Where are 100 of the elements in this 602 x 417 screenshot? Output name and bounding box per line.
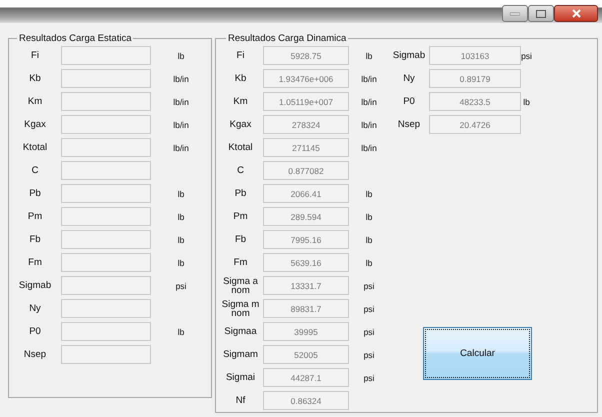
field-label: Kb	[234, 74, 248, 83]
unit-label: lb/in	[172, 74, 190, 84]
unit-label: lb	[522, 96, 531, 106]
minimize-button[interactable]	[502, 5, 528, 22]
unit-label: lb/in	[360, 120, 378, 130]
field-label: Pb	[234, 189, 248, 198]
field-label: Sigmam	[222, 350, 259, 359]
input-field[interactable]: 13331.7	[263, 276, 349, 295]
input-field[interactable]: 289.594	[263, 207, 349, 226]
input-field[interactable]	[61, 46, 151, 65]
field-label: Ny	[28, 304, 42, 313]
input-field[interactable]: 0.86324	[263, 391, 349, 410]
input-field[interactable]	[61, 115, 151, 134]
calculate-button[interactable]: Calcular	[423, 327, 532, 380]
input-field[interactable]	[61, 69, 151, 88]
field-label: Kgax	[23, 120, 47, 129]
unit-label: lb	[176, 50, 186, 60]
unit-label: lb	[364, 188, 374, 198]
input-field[interactable]	[61, 299, 151, 318]
close-button[interactable]	[554, 5, 598, 22]
field-label: Kb	[28, 74, 42, 83]
input-field[interactable]	[61, 276, 151, 295]
input-field[interactable]: 103163	[429, 46, 521, 65]
unit-label: lb	[176, 258, 186, 268]
input-field[interactable]: 0.877082	[263, 161, 349, 180]
input-field[interactable]: 0.89179	[429, 69, 521, 88]
input-field[interactable]: 278324	[263, 115, 349, 134]
input-field[interactable]	[61, 138, 151, 157]
unit-label: lb	[364, 212, 374, 222]
field-label: Fb	[28, 235, 42, 244]
input-field[interactable]: 1.05119e+007	[263, 92, 349, 111]
minimize-icon	[510, 12, 520, 16]
input-field[interactable]: 48233.5	[429, 92, 521, 111]
input-field[interactable]: 89831.7	[263, 299, 349, 318]
unit-label: psi	[362, 304, 376, 314]
field-label: C	[236, 166, 245, 175]
input-field[interactable]: 7995.16	[263, 230, 349, 249]
input-field[interactable]	[61, 184, 151, 203]
unit-label: lb	[176, 326, 186, 336]
field-label: Sigmai	[224, 373, 256, 382]
group-title: Resultados Carga Dinamica	[227, 33, 348, 44]
unit-label: lb/in	[360, 74, 378, 84]
field-label: P0	[402, 97, 416, 106]
maximize-icon	[536, 10, 546, 18]
field-label: Sigma a nom	[222, 276, 259, 294]
input-field[interactable]: 52005	[263, 345, 349, 364]
field-label: Sigmaa	[223, 327, 258, 336]
input-field[interactable]: 44287.1	[263, 368, 349, 387]
field-label: Kgax	[228, 120, 252, 129]
field-label: Pb	[28, 189, 42, 198]
field-label: Sigma m nom	[220, 300, 260, 318]
field-label: Fi	[30, 51, 40, 60]
field-label: Fi	[236, 51, 246, 60]
field-label: Km	[26, 97, 44, 106]
unit-label: lb	[364, 234, 374, 244]
unit-label: psi	[174, 280, 188, 290]
input-field[interactable]: 1.93476e+006	[263, 69, 349, 88]
input-field[interactable]	[61, 253, 151, 272]
field-label: Sigmab	[392, 51, 426, 60]
unit-label: lb	[364, 258, 374, 268]
unit-label: lb	[176, 212, 186, 222]
input-field[interactable]	[61, 161, 151, 180]
unit-label: lb/in	[172, 96, 190, 106]
input-field[interactable]	[61, 230, 151, 249]
unit-label: psi	[362, 350, 376, 360]
unit-label: lb/in	[360, 96, 378, 106]
field-label: Pm	[26, 212, 44, 221]
field-label: Fb	[234, 235, 248, 244]
input-field[interactable]	[61, 345, 151, 364]
input-field[interactable]: 2066.41	[263, 184, 349, 203]
field-label: Ktotal	[22, 143, 48, 152]
field-label: Nf	[234, 396, 246, 405]
maximize-button[interactable]	[528, 5, 554, 22]
field-label: Km	[232, 97, 249, 106]
field-label: Fm	[27, 258, 43, 267]
unit-label: psi	[362, 326, 376, 336]
field-label: Ny	[402, 74, 416, 83]
input-field[interactable]	[61, 207, 151, 226]
unit-label: lb	[176, 188, 186, 198]
input-field[interactable]	[61, 92, 151, 111]
close-icon	[572, 9, 580, 18]
unit-label: lb/in	[172, 142, 190, 152]
unit-label: lb	[364, 50, 374, 60]
field-label: C	[30, 166, 40, 175]
input-field[interactable]: 271145	[263, 138, 349, 157]
field-label: Nsep	[22, 350, 48, 359]
input-field[interactable]: 39995	[263, 322, 349, 341]
field-label: Sigmab	[18, 281, 52, 290]
input-field[interactable]: 5639.16	[263, 253, 349, 272]
field-label: Ktotal	[227, 143, 254, 152]
input-field[interactable]	[61, 322, 151, 341]
group-title: Resultados Carga Estatica	[18, 33, 132, 44]
input-field[interactable]: 5928.75	[263, 46, 349, 65]
unit-label: psi	[521, 50, 532, 60]
unit-label: lb	[176, 234, 186, 244]
unit-label: lb/in	[360, 142, 378, 152]
input-field[interactable]: 20.4726	[429, 115, 521, 134]
unit-label: psi	[362, 280, 376, 290]
field-label: Fm	[232, 258, 248, 267]
unit-label: lb/in	[172, 120, 190, 130]
